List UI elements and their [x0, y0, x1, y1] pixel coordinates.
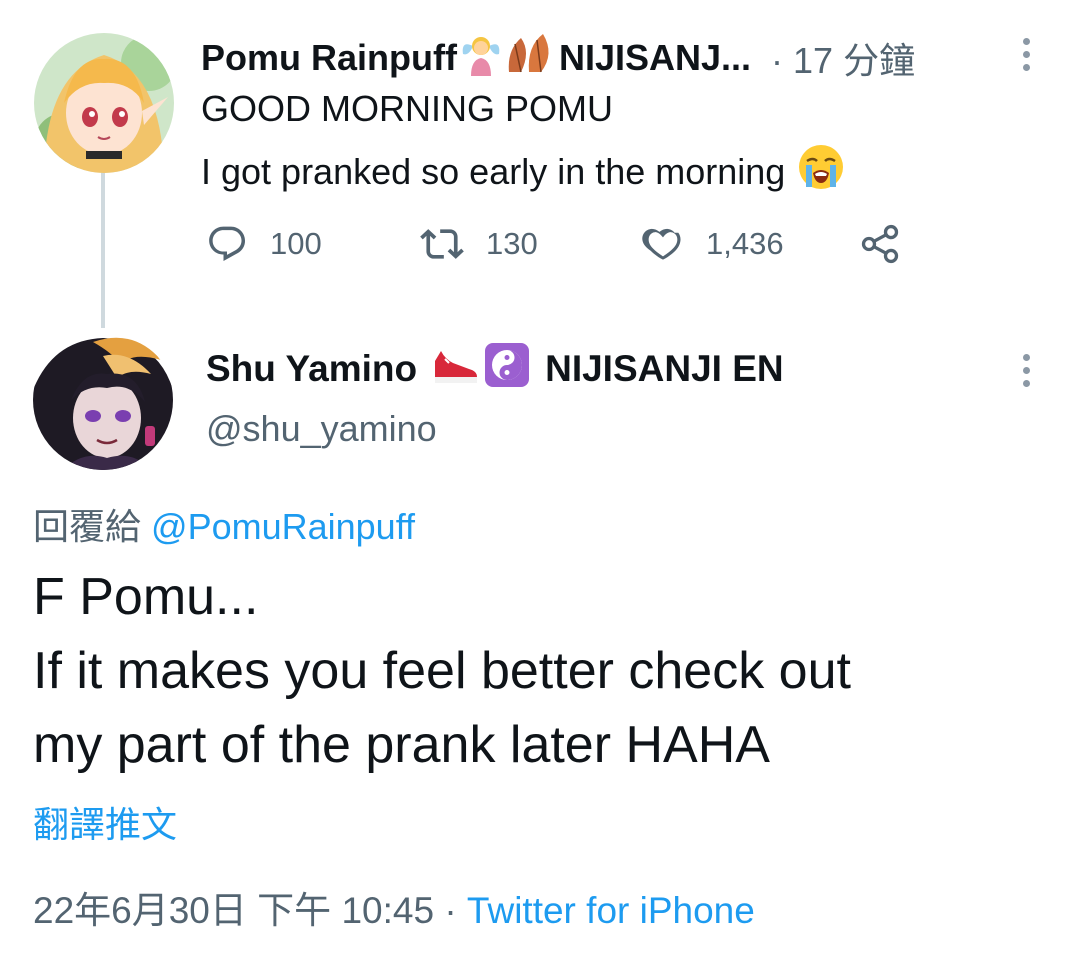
- heart-icon: [640, 222, 684, 266]
- more-dot-icon: [1022, 353, 1030, 361]
- share-button[interactable]: [858, 222, 902, 266]
- more-dot-icon: [1022, 37, 1030, 45]
- yin-yang-emoji-icon: [483, 341, 531, 398]
- like-count: 1,436: [706, 226, 784, 261]
- more-dot-icon: [1022, 50, 1030, 58]
- reply-to-prefix: 回覆給: [33, 506, 142, 547]
- tweet1-time[interactable]: · 17 分鐘: [771, 32, 915, 84]
- tweet2-handle[interactable]: @shu_yamino: [206, 408, 437, 450]
- tweet1-text-line1: GOOD MORNING POMU: [201, 88, 613, 129]
- leaf-emoji-icon: [505, 32, 559, 85]
- reply-icon: [206, 223, 248, 265]
- tweet1-text-line2: I got pranked so early in the morning: [201, 143, 845, 200]
- retweet-icon: [420, 222, 464, 266]
- reply-mention-link[interactable]: @PomuRainpuff: [151, 506, 415, 547]
- tweet2-author-name[interactable]: Shu Yamino: [206, 348, 417, 390]
- tweet2-more-button[interactable]: [1014, 346, 1038, 394]
- like-button[interactable]: 1,436: [640, 222, 784, 266]
- tweet1-author-name[interactable]: Pomu Rainpuff: [201, 37, 457, 79]
- avatar-pomu[interactable]: [34, 33, 174, 173]
- tweet2-body-line: my part of the prank later HAHA: [33, 716, 770, 774]
- sneaker-emoji-icon: [431, 343, 479, 396]
- tweet1-more-button[interactable]: [1014, 30, 1038, 78]
- avatar-shu[interactable]: [33, 330, 173, 470]
- tweet-timestamp[interactable]: 22年6月30日 下午 10:45 ·: [33, 890, 467, 931]
- tweet2-header: Shu Yamino NIJISANJI EN: [206, 342, 784, 396]
- crying-face-emoji-icon: [797, 143, 845, 200]
- thread-connector-line: [101, 168, 105, 328]
- tweet1-author-affiliation: NIJISANJ...: [558, 37, 752, 78]
- tweet2-body: F Pomu... If it makes you feel better ch…: [33, 560, 851, 782]
- reply-to-line: 回覆給 @PomuRainpuff: [33, 498, 415, 550]
- fairy-emoji-icon: [459, 32, 503, 85]
- translate-tweet-link[interactable]: 翻譯推文: [33, 796, 177, 848]
- reply-button[interactable]: 100: [206, 222, 322, 266]
- tweet2-body-line: If it makes you feel better check out: [33, 642, 851, 700]
- share-icon: [858, 222, 902, 266]
- tweet1-header: Pomu Rainpuff NIJISANJ... · 17 分鐘: [201, 32, 915, 85]
- retweet-count: 130: [486, 226, 538, 261]
- tweet1-text-line2-label: I got pranked so early in the morning: [201, 150, 786, 192]
- more-dot-icon: [1022, 366, 1030, 374]
- more-dot-icon: [1022, 379, 1030, 387]
- tweet2-body-line: F Pomu...: [33, 568, 259, 626]
- tweet-source-link[interactable]: Twitter for iPhone: [467, 890, 755, 931]
- tweet2-author-affiliation: NIJISANJI EN: [545, 348, 784, 389]
- more-dot-icon: [1022, 63, 1030, 71]
- tweet-metadata-footer: 22年6月30日 下午 10:45 · Twitter for iPhone: [33, 880, 755, 934]
- reply-count: 100: [270, 226, 322, 261]
- retweet-button[interactable]: 130: [420, 222, 538, 266]
